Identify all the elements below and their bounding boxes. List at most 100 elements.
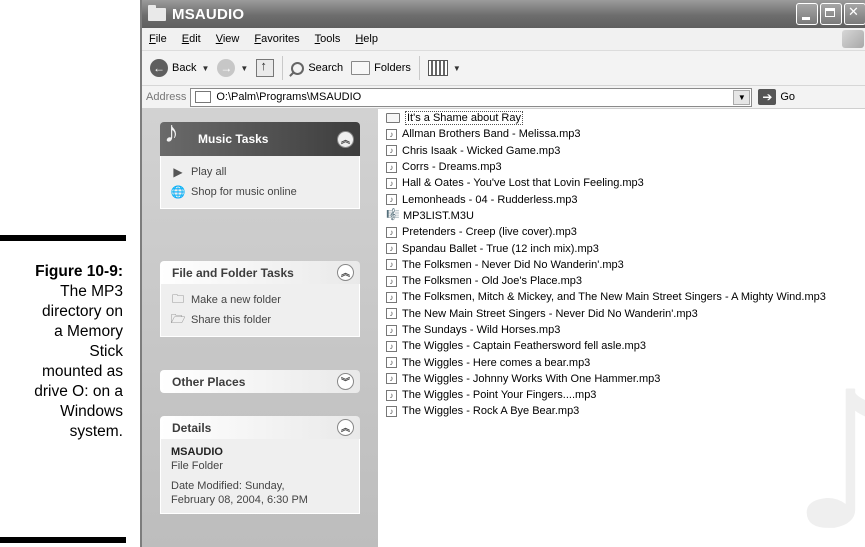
menu-view[interactable]: View — [216, 33, 240, 45]
maximize-button[interactable] — [820, 3, 842, 25]
search-icon — [291, 61, 305, 75]
details-panel: Details ︽ MSAUDIO File Folder Date Modif… — [160, 416, 360, 514]
share-folder-link[interactable]: 🗁 Share this folder — [171, 310, 359, 330]
collapse-chevron-icon[interactable]: ︽ — [337, 264, 354, 281]
file-name: It's a Shame about Ray — [405, 111, 523, 126]
file-item[interactable]: ♪ The New Main Street Singers - Never Did… — [386, 306, 826, 322]
file-item[interactable]: ♪ Pretenders - Creep (live cover).mp3 — [386, 224, 826, 240]
file-item[interactable]: ♪ The Folksmen, Mitch & Mickey, and The N… — [386, 289, 826, 305]
up-folder-button[interactable] — [256, 58, 275, 77]
folders-icon — [351, 61, 371, 75]
address-dropdown-icon[interactable]: ▼ — [733, 89, 751, 105]
file-item[interactable]: ♪ The Wiggles - Rock A Bye Bear.mp3 — [386, 403, 826, 419]
toolbar: ← Back ▼ → ▼ Search Folders ▼ — [142, 51, 865, 86]
caption-line: mounted as — [42, 363, 123, 380]
dropdown-arrow-icon[interactable]: ▼ — [201, 64, 209, 73]
menu-favorites[interactable]: Favorites — [254, 33, 299, 45]
caption-line: directory on — [42, 303, 123, 320]
dropdown-arrow-icon[interactable]: ▼ — [240, 64, 248, 73]
file-name: Hall & Oates - You've Lost that Lovin Fe… — [402, 177, 644, 190]
minimize-button[interactable] — [796, 3, 818, 25]
file-item[interactable]: ♪ The Wiggles - Captain Feathersword fell… — [386, 338, 826, 354]
other-places-header[interactable]: Other Places ︾ — [160, 370, 360, 393]
file-item[interactable]: ♪ Chris Isaak - Wicked Game.mp3 — [386, 143, 826, 159]
audio-file-icon: ♪ — [386, 177, 397, 189]
figure-number: Figure 10-9: — [35, 263, 123, 280]
title-bar[interactable]: MSAUDIO — [142, 0, 865, 28]
file-item[interactable]: ♪ Corrs - Dreams.mp3 — [386, 159, 826, 175]
views-icon — [427, 60, 448, 76]
dropdown-arrow-icon[interactable]: ▼ — [453, 64, 461, 73]
caption-line: drive O: on a — [34, 383, 123, 400]
file-item[interactable]: ♪ Allman Brothers Band - Melissa.mp3 — [386, 126, 826, 142]
music-note-icon: ♪ — [164, 116, 179, 149]
go-arrow-icon: ➔ — [758, 89, 777, 105]
menu-edit[interactable]: Edit — [182, 33, 201, 45]
music-tasks-header[interactable]: ♪ Music Tasks ︽ — [160, 116, 360, 156]
caption-line: Stick — [89, 343, 123, 360]
details-header[interactable]: Details ︽ — [160, 416, 360, 439]
back-button[interactable]: ← Back ▼ — [150, 59, 209, 77]
search-label: Search — [308, 62, 344, 74]
new-folder-icon: 🗀 — [171, 291, 184, 306]
other-places-title: Other Places — [172, 374, 246, 389]
audio-file-icon: ♪ — [386, 161, 397, 173]
caption-line: a Memory — [54, 323, 123, 340]
folders-button[interactable]: Folders — [351, 61, 411, 75]
go-button[interactable]: ➔ Go — [758, 89, 795, 105]
play-all-link[interactable]: ▶ Play all — [171, 162, 359, 182]
details-modified: Date Modified: Sunday, — [171, 480, 285, 492]
back-label: Back — [172, 62, 197, 74]
file-item[interactable]: ♪ Lemonheads - 04 - Rudderless.mp3 — [386, 191, 826, 207]
menu-help[interactable]: Help — [355, 33, 378, 45]
collapse-chevron-icon[interactable]: ︽ — [337, 419, 354, 436]
collapse-chevron-icon[interactable]: ︽ — [337, 131, 354, 148]
file-name: Spandau Ballet - True (12 inch mix).mp3 — [402, 242, 599, 255]
file-name: The Folksmen - Old Joe's Place.mp3 — [402, 275, 583, 288]
details-type: File Folder — [171, 460, 223, 472]
folder-icon — [148, 4, 166, 21]
file-item[interactable]: ♪ The Wiggles - Point Your Fingers....mp3 — [386, 387, 826, 403]
caption-line: The MP3 — [60, 283, 123, 300]
file-item[interactable]: ♪ The Wiggles - Johnny Works With One Ham… — [386, 371, 826, 387]
shop-music-link[interactable]: 🌐 Shop for music online — [171, 182, 359, 202]
search-button[interactable]: Search — [291, 61, 344, 75]
file-item[interactable]: ♪ Hall & Oates - You've Lost that Lovin F… — [386, 175, 826, 191]
make-new-folder-link[interactable]: 🗀 Make a new folder — [171, 290, 359, 310]
expand-chevron-icon[interactable]: ︾ — [337, 373, 354, 390]
caption-top-rule — [0, 235, 126, 241]
file-item[interactable]: 🎼 MP3LIST.M3U — [386, 208, 826, 224]
file-folder-tasks-header[interactable]: File and Folder Tasks ︽ — [160, 261, 360, 284]
task-label: Share this folder — [191, 314, 272, 326]
back-arrow-icon: ← — [150, 59, 168, 77]
close-button[interactable] — [844, 3, 865, 25]
file-name: Corrs - Dreams.mp3 — [402, 161, 502, 174]
caption-line: Windows — [60, 403, 123, 420]
file-name: Lemonheads - 04 - Rudderless.mp3 — [402, 193, 578, 206]
audio-file-icon: ♪ — [386, 340, 397, 352]
file-item[interactable]: ♪ The Sundays - Wild Horses.mp3 — [386, 322, 826, 338]
file-item[interactable]: ♪ The Folksmen - Never Did No Wanderin'.m… — [386, 257, 826, 273]
music-tasks-title: Music Tasks — [198, 132, 269, 146]
file-item[interactable]: It's a Shame about Ray — [386, 110, 826, 126]
audio-file-icon: ♪ — [386, 357, 397, 369]
audio-file-icon: ♪ — [386, 259, 397, 271]
file-item[interactable]: ♪ The Wiggles - Here comes a bear.mp3 — [386, 354, 826, 370]
forward-button[interactable]: → ▼ — [217, 59, 248, 77]
menu-file[interactable]: File — [149, 33, 167, 45]
audio-file-icon: ♪ — [386, 243, 397, 255]
views-button[interactable]: ▼ — [427, 60, 461, 76]
audio-file-icon: ♪ — [386, 226, 397, 238]
file-item[interactable]: ♪ Spandau Ballet - True (12 inch mix).mp3 — [386, 240, 826, 256]
address-input[interactable]: O:\Palm\Programs\MSAUDIO ▼ — [190, 87, 753, 107]
file-name: MP3LIST.M3U — [403, 209, 474, 222]
audio-file-icon: ♪ — [386, 308, 397, 320]
file-folder-tasks-panel: File and Folder Tasks ︽ 🗀 Make a new fol… — [160, 261, 360, 337]
file-item[interactable]: ♪ The Folksmen - Old Joe's Place.mp3 — [386, 273, 826, 289]
caption-bottom-rule — [0, 537, 126, 543]
menu-tools[interactable]: Tools — [315, 33, 341, 45]
folders-label: Folders — [374, 62, 411, 74]
address-label: Address — [146, 91, 187, 103]
menu-bar: File Edit View Favorites Tools Help — [142, 28, 865, 51]
file-name: Chris Isaak - Wicked Game.mp3 — [402, 144, 561, 157]
